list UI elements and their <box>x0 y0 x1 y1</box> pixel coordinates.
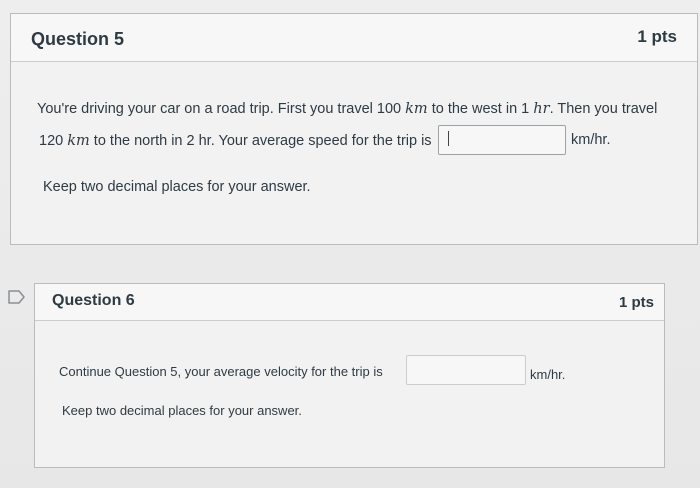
question-5-points: 1 pts <box>637 27 677 46</box>
question-6-card: Question 6 1 pts Continue Question 5, yo… <box>34 283 665 468</box>
question-5-text-line-2: 120 km to the north in 2 hr. Your averag… <box>39 133 432 149</box>
question-5-unit-km: km <box>67 133 90 149</box>
question-5-text-part: to the west in 1 <box>427 101 534 117</box>
bookmark-flag-icon[interactable] <box>8 290 26 304</box>
question-6-instruction: Keep two decimal places for your answer. <box>62 403 302 418</box>
question-5-title: Question 5 <box>31 29 125 49</box>
question-5-card: Question 5 1 pts You're driving your car… <box>10 13 698 245</box>
question-6-body: Continue Question 5, your average veloci… <box>35 321 664 467</box>
question-6-points: 1 pts <box>618 294 654 311</box>
question-5-instruction: Keep two decimal places for your answer. <box>43 179 311 195</box>
question-5-text-part: . Then you travel <box>549 101 658 117</box>
question-5-text-line-1: You're driving your car on a road trip. … <box>37 101 657 117</box>
question-6-answer-unit: km/hr. <box>530 367 566 382</box>
question-5-answer-input[interactable] <box>438 125 566 155</box>
text-cursor <box>448 131 449 146</box>
question-5-text-part: to the north in 2 hr. Your average speed… <box>89 133 432 149</box>
question-5-text-part: You're driving your car on a road trip. … <box>37 101 406 117</box>
question-5-answer-unit: km/hr. <box>571 132 611 148</box>
question-6-title: Question 6 <box>52 292 135 309</box>
question-5-header: Question 5 1 pts <box>11 14 697 62</box>
question-5-text-part: 120 <box>39 133 68 149</box>
question-5-unit-km: km <box>405 101 428 117</box>
question-6-answer-input[interactable] <box>406 355 526 385</box>
question-5-unit-hr: hr <box>533 101 550 117</box>
question-6-header: Question 6 1 pts <box>35 284 664 321</box>
question-5-body: You're driving your car on a road trip. … <box>11 62 697 244</box>
quiz-page: Question 5 1 pts You're driving your car… <box>0 0 700 488</box>
question-6-prompt: Continue Question 5, your average veloci… <box>59 364 383 379</box>
